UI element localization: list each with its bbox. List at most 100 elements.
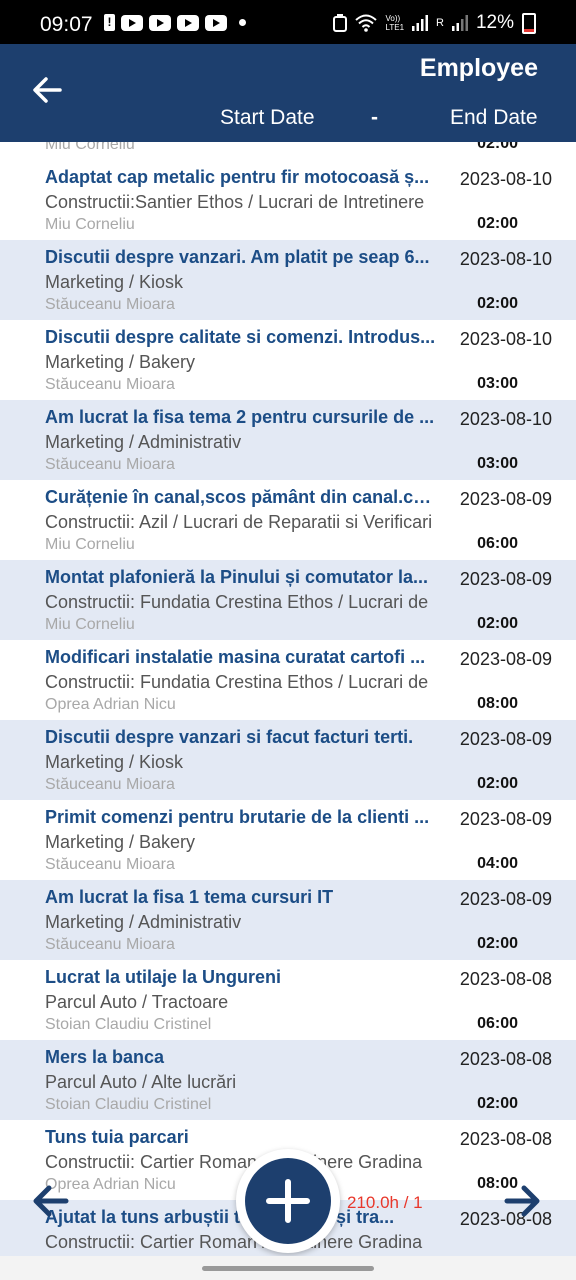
entry-hours: 06:00: [477, 535, 518, 552]
status-time: 09:07: [40, 13, 93, 36]
entry-title: Discutii despre calitate si comenzi. Int…: [45, 327, 436, 347]
list-item[interactable]: Adaptat cap metalic pentru fir motocoasă…: [0, 160, 576, 240]
entry-employee: Oprea Adrian Nicu: [45, 696, 176, 713]
entry-title: Curățenie în canal,scos pământ din canal…: [45, 487, 439, 507]
sim-label: R: [436, 17, 444, 29]
start-date-filter[interactable]: Start Date: [220, 106, 315, 130]
add-entry-button[interactable]: [245, 1158, 331, 1244]
entry-hours: 03:00: [477, 375, 518, 392]
entry-date: 2023-08-10: [459, 409, 552, 429]
entry-title: Adaptat cap metalic pentru fir motocoasă…: [45, 167, 430, 187]
entry-employee: Stăuceanu Mioara: [45, 936, 175, 953]
entry-date: 2023-08-08: [459, 1049, 552, 1069]
list-item[interactable]: Modificari instalatie masina curatat car…: [0, 640, 576, 720]
entry-employee: Miu Corneliu: [45, 616, 135, 633]
entry-date: 2023-08-09: [459, 569, 552, 589]
entry-employee: Stăuceanu Mioara: [45, 376, 175, 393]
entry-category: Constructii: Fundatia Crestina Ethos / L…: [45, 672, 429, 692]
entry-title: Lucrat la utilaje la Ungureni: [45, 967, 282, 987]
entry-category: Marketing / Bakery: [45, 832, 196, 852]
volte-label: Vo)): [385, 14, 401, 23]
entry-category: Parcul Auto / Tractoare: [45, 992, 229, 1012]
youtube-icon: [149, 14, 171, 31]
list-item[interactable]: Am lucrat la fisa tema 2 pentru cursuril…: [0, 400, 576, 480]
list-item[interactable]: Primit comenzi pentru brutarie de la cli…: [0, 800, 576, 880]
app-header: Employee Start Date - End Date: [0, 44, 576, 142]
timesheet-list[interactable]: Miu Corneliu 02:00 Adaptat cap metalic p…: [0, 142, 576, 1256]
previous-page-button[interactable]: [30, 1180, 72, 1222]
entry-hours: 08:00: [477, 695, 518, 712]
entry-employee: Stăuceanu Mioara: [45, 456, 175, 473]
back-button[interactable]: [30, 72, 66, 108]
entry-employee: Miu Corneliu: [45, 536, 135, 553]
list-item[interactable]: Discutii despre calitate si comenzi. Int…: [0, 320, 576, 400]
entry-employee: Stoian Claudiu Cristinel: [45, 1096, 212, 1113]
list-item[interactable]: Discutii despre vanzari. Am platit pe se…: [0, 240, 576, 320]
list-item[interactable]: Miu Corneliu 02:00: [0, 142, 576, 160]
end-date-filter[interactable]: End Date: [450, 106, 538, 130]
entry-hours: 02:00: [477, 142, 518, 152]
entry-employee: Stoian Claudiu Cristinel: [45, 1016, 212, 1033]
entry-date: 2023-08-10: [459, 329, 552, 349]
entry-hours: 02:00: [477, 1095, 518, 1112]
recycle-icon: [333, 14, 348, 32]
entry-title: Primit comenzi pentru brutarie de la cli…: [45, 807, 430, 827]
entry-title: Am lucrat la fisa 1 tema cursuri IT: [45, 887, 334, 907]
entry-date: 2023-08-09: [459, 489, 552, 509]
entry-date: 2023-08-09: [459, 649, 552, 669]
signal-icon: [451, 15, 468, 31]
list-item[interactable]: Am lucrat la fisa 1 tema cursuri IT Mark…: [0, 880, 576, 960]
entry-hours: 06:00: [477, 1015, 518, 1032]
status-bar: 09:07 ! Vo)) LTE1 R 12%: [0, 0, 576, 44]
youtube-icon: [121, 14, 143, 31]
entry-date: 2023-08-09: [459, 889, 552, 909]
entry-category: Marketing / Administrativ: [45, 912, 242, 932]
list-item[interactable]: Mers la banca Parcul Auto / Alte lucrări…: [0, 1040, 576, 1120]
list-item[interactable]: Montat plafonieră la Pinului și comutato…: [0, 560, 576, 640]
entry-employee: Stăuceanu Mioara: [45, 296, 175, 313]
entry-date: 2023-08-08: [459, 1129, 552, 1149]
entry-title: Tuns tuia parcari: [45, 1127, 189, 1147]
lte-label: LTE1: [385, 23, 405, 32]
entry-category: Constructii:Santier Ethos / Lucrari de I…: [45, 192, 425, 212]
wifi-icon: [355, 14, 378, 32]
entry-category: Constructii: Fundatia Crestina Ethos / L…: [45, 592, 429, 612]
entry-title: Modificari instalatie masina curatat car…: [45, 647, 426, 667]
entry-title: Montat plafonieră la Pinului și comutato…: [45, 567, 429, 587]
alert-icon: !: [104, 14, 115, 31]
entry-date: 2023-08-10: [459, 249, 552, 269]
system-icons: Vo)) LTE1 R 12%: [333, 12, 536, 34]
entry-date: 2023-08-08: [459, 969, 552, 989]
entry-hours: 04:00: [477, 855, 518, 872]
entry-hours: 02:00: [477, 615, 518, 632]
list-item[interactable]: Lucrat la utilaje la Ungureni Parcul Aut…: [0, 960, 576, 1040]
entry-hours: 03:00: [477, 455, 518, 472]
entry-category: Marketing / Kiosk: [45, 752, 184, 772]
date-range-separator: -: [371, 106, 378, 129]
page-title[interactable]: Employee: [420, 54, 538, 83]
more-notifications-dot: [239, 19, 246, 26]
next-page-button[interactable]: [501, 1180, 543, 1222]
notification-icons: !: [104, 14, 246, 31]
entry-title: Discutii despre vanzari si facut facturi…: [45, 727, 414, 747]
entry-category: Constructii: Cartier Roman / Intretinere…: [45, 1232, 423, 1252]
entry-title: Am lucrat la fisa tema 2 pentru cursuril…: [45, 407, 435, 427]
entry-hours: 02:00: [477, 295, 518, 312]
entry-title: Discutii despre vanzari. Am platit pe se…: [45, 247, 430, 267]
list-item[interactable]: Curățenie în canal,scos pământ din canal…: [0, 480, 576, 560]
entry-employee: Stăuceanu Mioara: [45, 776, 175, 793]
battery-percent: 12%: [475, 12, 514, 33]
list-item[interactable]: Discutii despre vanzari si facut facturi…: [0, 720, 576, 800]
entry-employee: Stăuceanu Mioara: [45, 856, 175, 873]
home-gesture-handle[interactable]: [202, 1266, 374, 1271]
signal-icon: [412, 15, 429, 31]
plus-icon: [266, 1179, 310, 1223]
system-nav-bar: [0, 1256, 576, 1280]
entry-employee: Miu Corneliu: [45, 142, 135, 153]
entry-date: 2023-08-10: [459, 169, 552, 189]
entry-hours: 02:00: [477, 215, 518, 232]
entry-category: Parcul Auto / Alte lucrări: [45, 1072, 237, 1092]
entry-date: 2023-08-09: [459, 729, 552, 749]
entry-hours: 02:00: [477, 935, 518, 952]
youtube-icon: [177, 14, 199, 31]
